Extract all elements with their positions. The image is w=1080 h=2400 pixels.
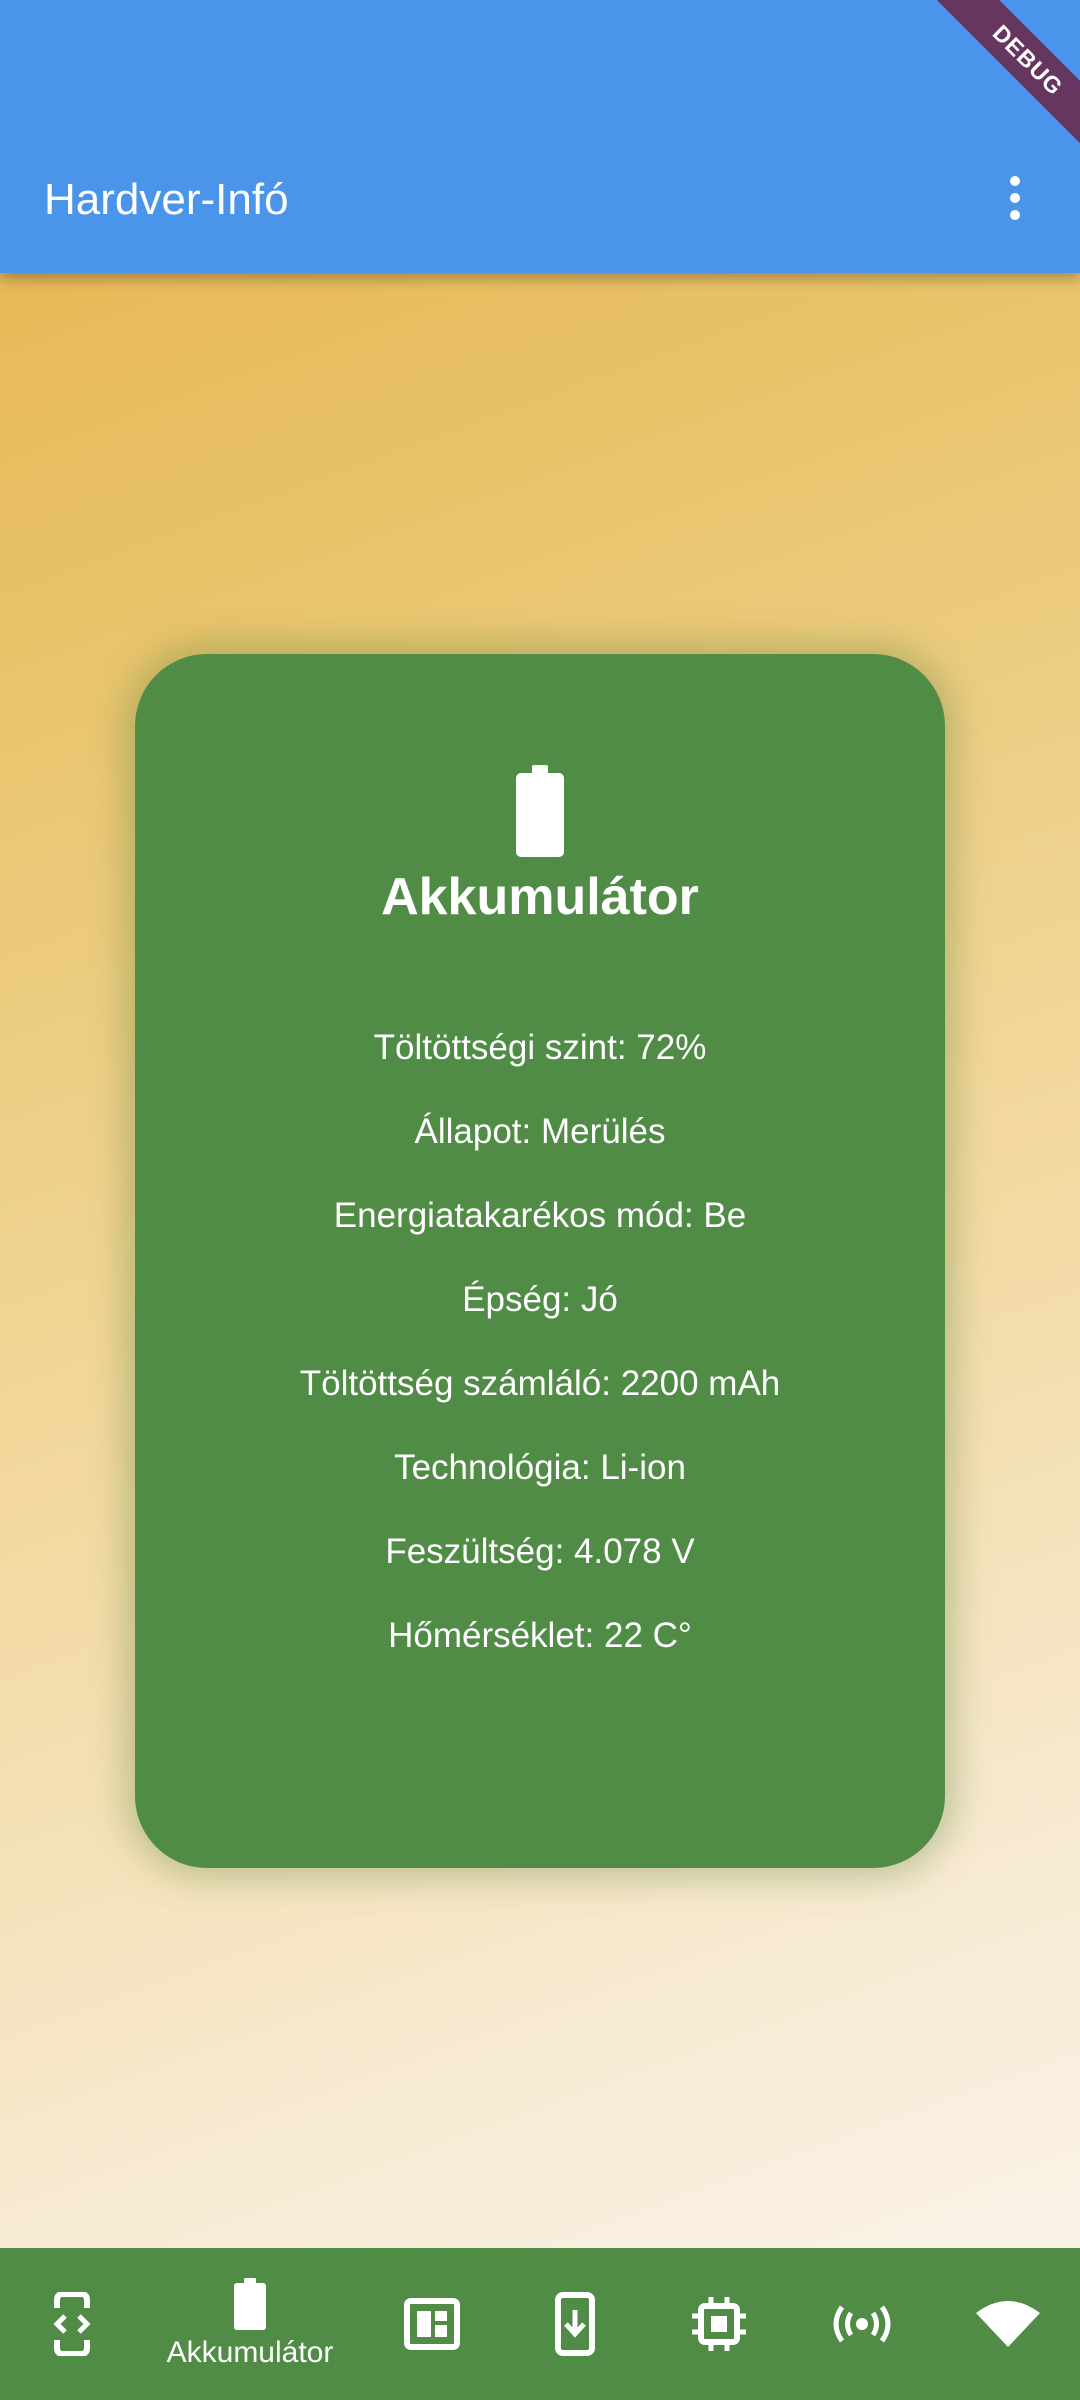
info-row-temperature: Hőmérséklet: 22 C° bbox=[388, 1616, 692, 1655]
app-title: Hardver-Infó bbox=[44, 175, 289, 224]
nav-item-developer[interactable] bbox=[32, 2248, 112, 2400]
battery-info-card: Akkumulátor Töltöttségi szint: 72% Állap… bbox=[135, 654, 945, 1868]
nav-item-dashboard[interactable] bbox=[392, 2248, 472, 2400]
info-row-power-saving: Energiatakarékos mód: Be bbox=[333, 1196, 747, 1235]
nav-item-system-update[interactable] bbox=[535, 2248, 615, 2400]
info-row-voltage: Feszültség: 4.078 V bbox=[385, 1532, 695, 1571]
app-bar: Hardver-Infó bbox=[0, 0, 1080, 273]
memory-chip-icon bbox=[692, 2297, 746, 2351]
info-row-charge-counter: Töltöttség számláló: 2200 mAh bbox=[299, 1364, 781, 1403]
info-row-technology: Technológia: Li-ion bbox=[394, 1448, 686, 1487]
nav-item-cpu[interactable] bbox=[679, 2248, 759, 2400]
dashboard-icon bbox=[404, 2298, 460, 2350]
nav-item-battery[interactable]: Akkumulátor bbox=[155, 2248, 345, 2400]
nav-label-battery: Akkumulátor bbox=[166, 2336, 334, 2369]
more-vert-icon-dot bbox=[1010, 193, 1020, 203]
battery-icon bbox=[516, 765, 564, 857]
info-row-health: Épség: Jó bbox=[462, 1280, 618, 1319]
developer-mode-icon bbox=[53, 2292, 91, 2356]
wifi-icon bbox=[976, 2301, 1040, 2347]
app-screen: DEBUG Hardver-Infó Akkumulátor Töltöttsé… bbox=[0, 0, 1080, 2400]
more-options-button[interactable] bbox=[990, 166, 1040, 230]
more-vert-icon-dot bbox=[1010, 210, 1020, 220]
bottom-navigation-bar: Akkumulátor bbox=[0, 2248, 1080, 2400]
nav-item-sensors[interactable] bbox=[822, 2248, 902, 2400]
battery-info-list: Töltöttségi szint: 72% Állapot: Merülés … bbox=[135, 1006, 945, 1678]
nav-item-wifi[interactable] bbox=[968, 2248, 1048, 2400]
sensors-icon bbox=[833, 2305, 891, 2343]
info-row-status: Állapot: Merülés bbox=[414, 1112, 666, 1151]
more-vert-icon bbox=[1010, 176, 1020, 186]
card-title: Akkumulátor bbox=[381, 868, 699, 926]
info-row-charge-level: Töltöttségi szint: 72% bbox=[373, 1028, 707, 1067]
system-update-icon bbox=[555, 2292, 595, 2356]
battery-icon bbox=[234, 2278, 266, 2330]
